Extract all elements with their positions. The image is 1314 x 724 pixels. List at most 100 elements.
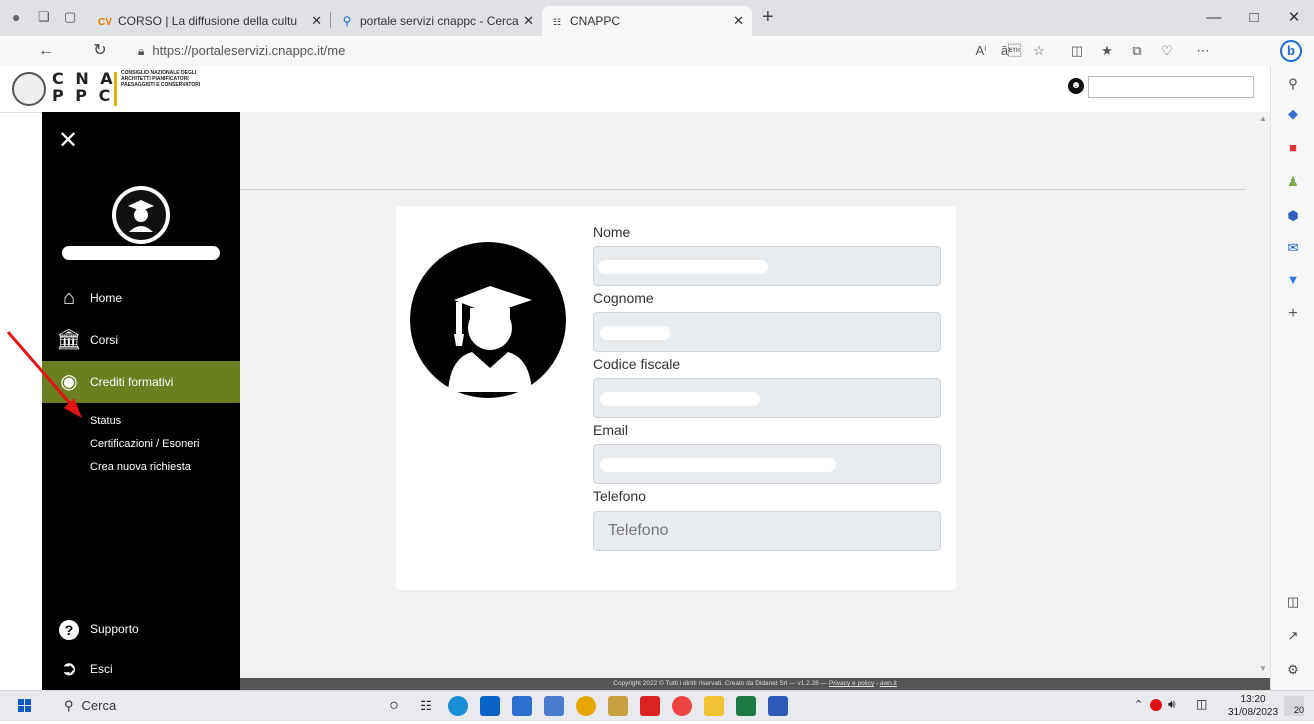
chrome-icon[interactable] — [576, 696, 596, 716]
sidebar-item-label: Crediti formativi — [90, 375, 174, 389]
telefono-field[interactable]: Telefono — [593, 511, 941, 551]
browser-essentials-icon[interactable]: ♡ — [1156, 40, 1178, 62]
word-icon[interactable] — [768, 696, 788, 716]
external-link-icon[interactable]: ↗ — [1283, 626, 1303, 646]
taskbar-search[interactable]: ⚲ Cerca — [52, 694, 252, 718]
office-icon[interactable]: ⬢ — [1283, 206, 1303, 226]
close-menu-icon[interactable]: ✕ — [58, 126, 78, 155]
redacted-value — [598, 260, 768, 274]
tab-divider — [330, 12, 331, 28]
graduate-avatar-icon — [410, 242, 566, 398]
page-footer: Copyright 2022 © Tutti i diritti riserva… — [240, 678, 1270, 690]
vertical-scrollbar[interactable]: ▲ ▼ — [1256, 112, 1270, 678]
browser-tab-strip: ● ❏ ▢ CV CORSO | La diffusione della cult… — [0, 0, 1314, 36]
tab-label: CORSO | La diffusione della cultu — [118, 14, 297, 28]
more-icon[interactable]: ⋯ — [1192, 40, 1214, 62]
logo-line2: P P C — [52, 86, 114, 105]
submenu-status[interactable]: Status — [90, 415, 121, 427]
logo-line1: C N A — [52, 69, 116, 88]
close-tab-icon[interactable]: ✕ — [523, 6, 534, 36]
paint-icon[interactable] — [608, 696, 628, 716]
back-button[interactable]: ← — [34, 40, 58, 62]
bing-chat-icon[interactable]: b — [1280, 40, 1302, 62]
notification-icon[interactable]: 20 — [1284, 696, 1304, 716]
sidebar-item-home[interactable]: ⌂ Home — [42, 278, 240, 318]
minimize-button[interactable]: — — [1194, 0, 1234, 36]
notification-count: 20 — [1293, 705, 1304, 715]
scroll-down-icon[interactable]: ▼ — [1259, 664, 1267, 673]
outlook-icon[interactable]: ✉ — [1283, 238, 1303, 258]
sidebar-item-corsi[interactable]: 🏛︎ Corsi — [42, 320, 240, 360]
cortana-icon[interactable]: ○ — [384, 696, 404, 716]
chrome-alt-icon[interactable] — [672, 696, 692, 716]
clock[interactable]: 13:20 31/08/2023 — [1228, 693, 1278, 719]
search-icon: ⚲ — [64, 698, 74, 713]
bank-icon: 🏛︎ — [56, 329, 82, 351]
tab-cnappc[interactable]: ☷ CNAPPC ✕ — [542, 6, 752, 36]
restore-button[interactable]: □ — [1234, 0, 1274, 36]
sidebar-item-crediti[interactable]: ◉ Crediti formativi — [42, 361, 240, 403]
email-field[interactable] — [593, 444, 941, 484]
codice-fiscale-field[interactable] — [593, 378, 941, 418]
user-icon[interactable]: ☻ — [1068, 78, 1084, 94]
mail-icon[interactable] — [480, 696, 500, 716]
url-field[interactable]: 🔒︎ https://portaleservizi.cnappc.it/me — [124, 39, 964, 63]
field-label-email: Email — [593, 422, 629, 438]
collections-icon[interactable]: ⧉ — [1126, 40, 1148, 62]
tray-chevron-icon[interactable]: ⌃ — [1134, 698, 1143, 711]
tab-search[interactable]: ⚲ portale servizi cnappc - Cerca ✕ — [332, 6, 542, 36]
games-icon[interactable]: ♟ — [1283, 172, 1303, 192]
awn-link[interactable]: awn.it — [880, 680, 897, 687]
submenu-certificazioni[interactable]: Certificazioni / Esoneri — [90, 438, 199, 450]
field-label-cognome: Cognome — [593, 290, 654, 306]
nome-field[interactable] — [593, 246, 941, 286]
tab-label: CNAPPC — [570, 14, 621, 28]
volume-icon[interactable]: 🔊︎ — [1168, 697, 1176, 712]
profile-icon[interactable]: ● — [12, 9, 20, 25]
tab-actions-icon[interactable]: ▢ — [64, 9, 76, 25]
workspaces-icon[interactable]: ❏ — [38, 9, 50, 25]
date: 31/08/2023 — [1228, 707, 1279, 718]
sidebar-toggle-icon[interactable]: ◫ — [1283, 592, 1303, 612]
antivirus-icon[interactable] — [1150, 699, 1162, 711]
translate-icon[interactable]: ā — [1000, 40, 1022, 62]
field-label-nome: Nome — [593, 224, 631, 240]
close-window-button[interactable]: ✕ — [1274, 0, 1314, 36]
task-view-icon[interactable]: ☷ — [416, 696, 436, 716]
favorites-icon[interactable]: ★ — [1096, 40, 1118, 62]
sidebar-item-esci[interactable]: ➲ Esci — [42, 649, 240, 689]
privacy-link[interactable]: Privacy e policy — [829, 680, 874, 687]
new-tab-button[interactable]: + — [762, 6, 774, 29]
refresh-button[interactable]: ↻ — [88, 40, 112, 62]
edge-icon[interactable] — [448, 696, 468, 716]
acrobat-icon[interactable] — [640, 696, 660, 716]
read-aloud-icon[interactable]: Aⁱ — [970, 40, 992, 62]
explorer-icon[interactable] — [704, 696, 724, 716]
network-icon[interactable]: ◫ — [1196, 697, 1207, 711]
search-icon[interactable]: ⚲ — [1283, 74, 1303, 94]
side-menu: ✕ ⌂ Home 🏛︎ Corsi ◉ Crediti formativi St… — [42, 112, 240, 690]
submenu-nuova-richiesta[interactable]: Crea nuova richiesta — [90, 461, 191, 473]
tab-corso[interactable]: CV CORSO | La diffusione della cultu ✕ — [90, 6, 330, 36]
cognome-field[interactable] — [593, 312, 941, 352]
field-label-codice-fiscale: Codice fiscale — [593, 356, 681, 372]
settings-icon[interactable]: ⚙ — [1283, 660, 1303, 680]
split-screen-icon[interactable]: ◫ — [1066, 40, 1088, 62]
cnappc-logo[interactable]: C N A P P C — [52, 70, 116, 104]
add-icon[interactable]: + — [1283, 304, 1303, 324]
url-text: https://portaleservizi.cnappc.it/me — [152, 43, 346, 58]
windows-start-icon[interactable] — [18, 699, 32, 713]
favorite-icon[interactable]: ☆ — [1028, 40, 1050, 62]
close-tab-icon[interactable]: ✕ — [311, 6, 322, 36]
excel-icon[interactable] — [736, 696, 756, 716]
sidebar-item-supporto[interactable]: ? Supporto — [42, 609, 240, 649]
teams-icon[interactable] — [544, 696, 564, 716]
footer-copyright: Copyright 2022 © Tutti i diritti riserva… — [613, 680, 828, 687]
drop-icon[interactable]: ▼ — [1283, 270, 1303, 290]
scroll-up-icon[interactable]: ▲ — [1259, 114, 1267, 123]
close-tab-icon[interactable]: ✕ — [733, 6, 744, 36]
shopping-icon[interactable]: ◆ — [1283, 104, 1303, 124]
user-name-box[interactable] — [1088, 76, 1254, 98]
tools-icon[interactable]: ■ — [1283, 138, 1303, 158]
store-icon[interactable] — [512, 696, 532, 716]
